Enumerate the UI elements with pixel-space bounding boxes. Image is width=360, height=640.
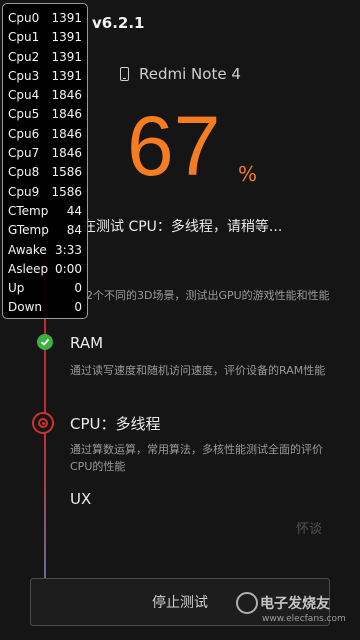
watermark-url: www.elecfans.com <box>262 614 346 624</box>
app-version-title: v6.2.1 <box>92 14 145 32</box>
overlay-row: Down 0 <box>8 300 82 315</box>
check-icon <box>37 334 53 350</box>
ram-test-desc: 通过读写速度和随机访问速度，评价设备的RAM性能 <box>70 364 326 377</box>
gpu-test-desc: 2个不同的3D场景，测试出GPU的游戏性能和性能 <box>86 289 330 302</box>
overlay-row: Cpu0 1391 <box>8 11 82 25</box>
progress-percent: 67 <box>127 99 221 193</box>
ram-test-title: RAM <box>70 334 104 352</box>
phone-icon <box>120 67 129 81</box>
progress-unit: % <box>238 162 258 186</box>
watermark-main: 电子发烧友 <box>260 596 330 612</box>
overlay-row: Cpu1 1391 <box>8 30 82 45</box>
cpu-test-title: CPU：多线程 <box>70 415 161 433</box>
overlay-row: Cpu7 1846 <box>8 146 82 161</box>
test-status-text: 在测试 CPU：多线程，请稍等... <box>82 219 283 235</box>
watermark-ghost: 怀谈 <box>296 522 323 537</box>
device-name: Redmi Note 4 <box>139 65 241 83</box>
ux-test-title: UX <box>70 490 92 508</box>
overlay-row: Awake 3:33 <box>8 242 82 257</box>
watermark-logo-icon <box>236 592 258 614</box>
overlay-row: Cpu6 1846 <box>8 126 82 141</box>
overlay-row: Cpu4 1846 <box>8 88 82 103</box>
overlay-row: Cpu9 1586 <box>8 184 82 199</box>
overlay-row: Cpu8 1586 <box>8 165 82 180</box>
overlay-row: Cpu2 1391 <box>8 49 82 64</box>
cpu-test-desc: 通过算数运算，常用算法，多核性能测试全面的评价CPU的性能 <box>70 443 323 473</box>
overlay-row: Cpu5 1846 <box>8 107 82 122</box>
device-row: Redmi Note 4 <box>120 65 241 83</box>
overlay-row: Up 0 <box>8 281 82 296</box>
overlay-row: CTemp 44 <box>8 203 82 218</box>
running-indicator-icon <box>32 412 54 434</box>
overlay-row: Asleep 0:00 <box>8 261 82 276</box>
overlay-row: GTemp 84 <box>8 223 82 238</box>
overlay-row: Cpu3 1391 <box>8 68 82 83</box>
cpu-monitor-overlay[interactable]: Cpu0 1391 Cpu1 1391 Cpu2 1391 Cpu3 1391 Cpu4… <box>2 3 88 319</box>
